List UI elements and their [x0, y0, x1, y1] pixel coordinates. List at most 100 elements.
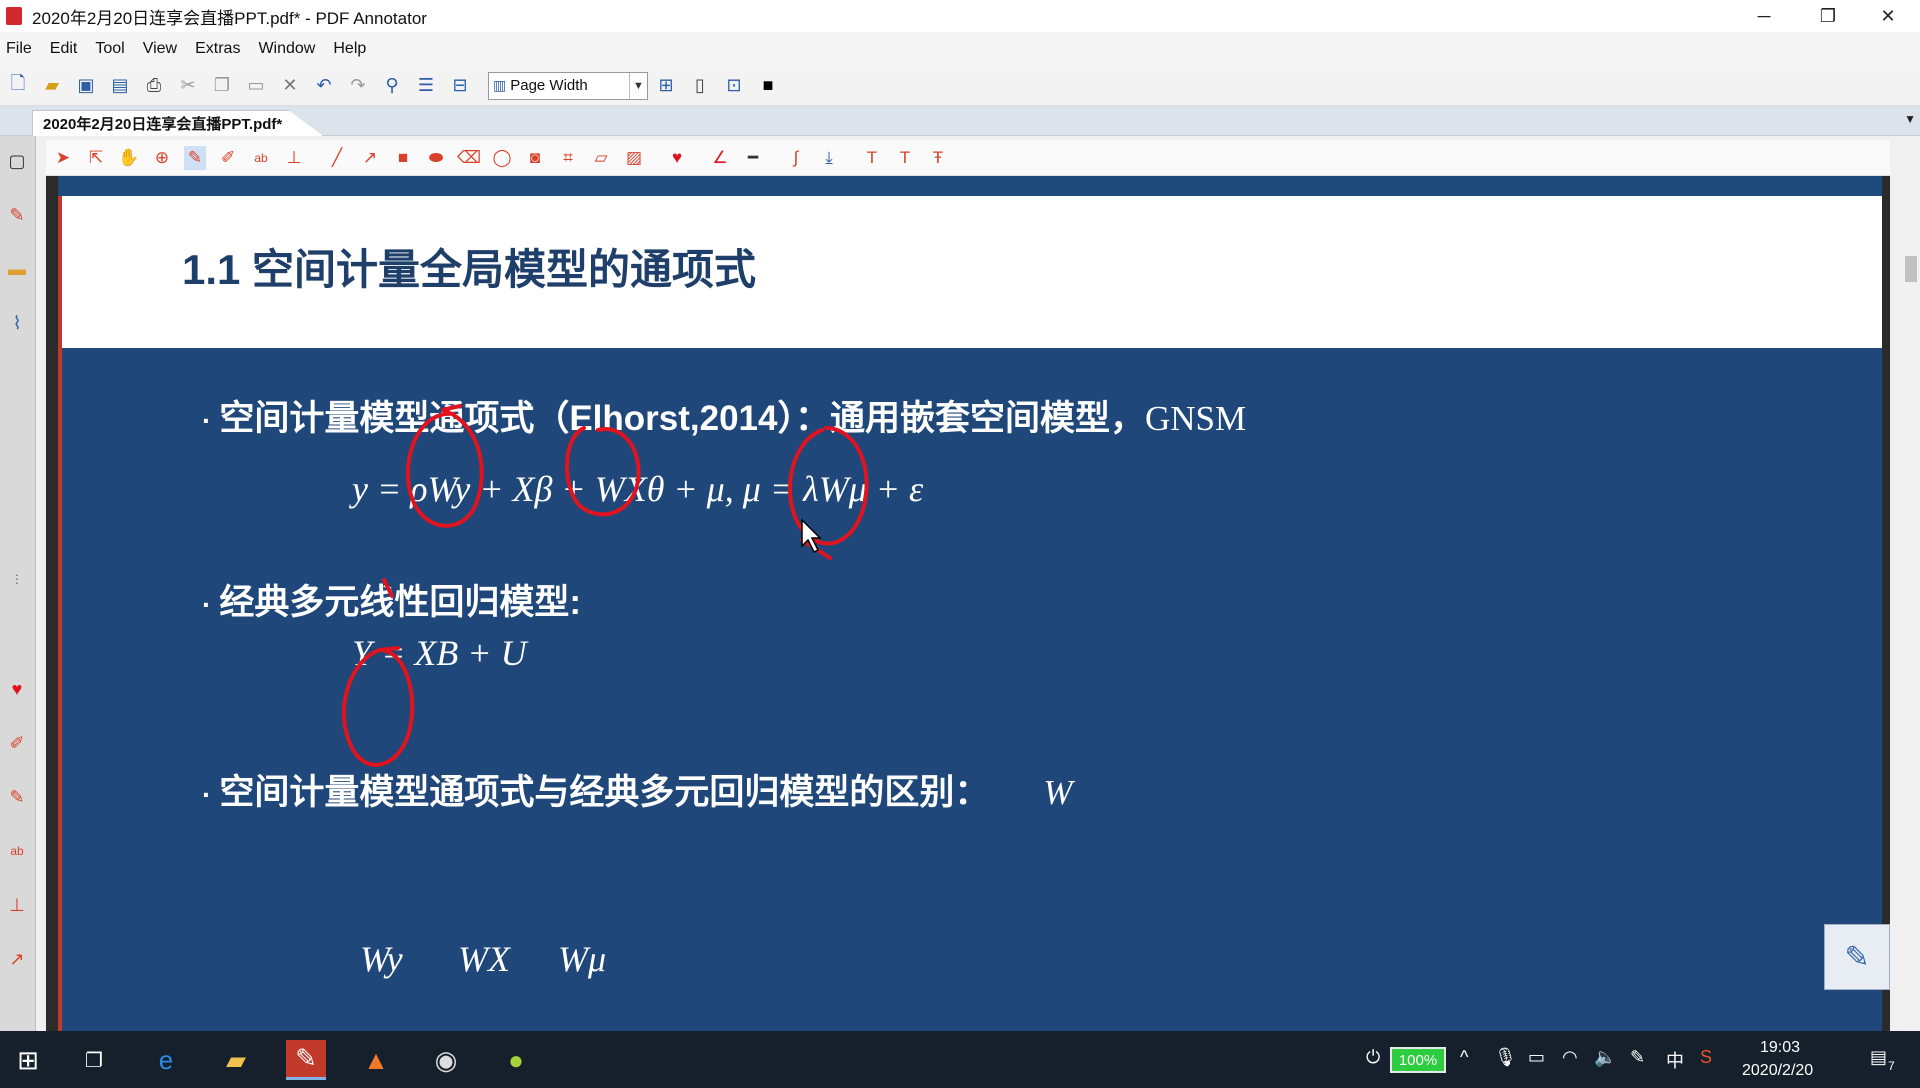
menu-extras[interactable]: Extras — [195, 40, 240, 58]
marker-icon[interactable]: ✎ — [4, 784, 30, 810]
restore-button[interactable]: ❐ — [1796, 0, 1860, 32]
delete-icon[interactable]: ✕ — [278, 74, 302, 98]
edge-browser-icon[interactable]: e — [146, 1040, 186, 1080]
left-sidebar: ▢ ✎ ▬ ⌇ ⋮ ♥ ✐ ✎ ab ⊥ ↗ — [0, 136, 36, 1031]
browser-globe-icon[interactable]: ● — [496, 1040, 536, 1080]
chevron-up-icon[interactable]: ^ — [1460, 1047, 1468, 1068]
chevron-down-icon[interactable]: ▼ — [629, 72, 647, 99]
undo-icon[interactable]: ↶ — [312, 74, 336, 98]
zoom-in-icon[interactable]: ⊞ — [654, 74, 678, 98]
menu-help[interactable]: Help — [333, 40, 366, 58]
camera-snapshot-icon[interactable]: ◙ — [524, 146, 546, 170]
ink-circle-wx[interactable] — [565, 426, 641, 517]
notification-center-icon[interactable]: ▤ — [1870, 1047, 1887, 1068]
ink-annotations[interactable] — [62, 348, 1882, 1031]
tab-list-chevron-icon[interactable]: ▼ — [1904, 112, 1916, 126]
pen-active-icon[interactable]: ✎ — [184, 145, 206, 170]
attachment-icon[interactable]: ⌇ — [4, 310, 30, 336]
start-windows-icon[interactable]: ⊞ — [8, 1040, 48, 1080]
document-view[interactable]: 1.1 空间计量全局模型的通项式 · 空间计量模型通项式（Elhorst,2014… — [46, 176, 1890, 1031]
text-strikeout-icon[interactable]: Ŧ — [927, 146, 949, 170]
line-icon[interactable]: ╱ — [326, 146, 348, 170]
fit-width-view-icon[interactable]: ⊡ — [722, 74, 746, 98]
wifi-icon[interactable]: ◠ — [1562, 1047, 1578, 1068]
menu-file[interactable]: File — [6, 40, 32, 58]
arrow-tool-icon[interactable]: ↗ — [4, 946, 30, 972]
eraser-icon[interactable]: ⌫ — [457, 146, 481, 170]
page-options-icon[interactable]: ☰ — [414, 74, 438, 98]
find-binoculars-icon[interactable]: ⚲ — [380, 74, 404, 98]
pdf-annotator-taskbar-icon[interactable]: ✎ — [286, 1040, 326, 1080]
notes-icon[interactable]: ▬ — [4, 256, 30, 282]
resize-grip-icon[interactable]: ⋮ — [4, 566, 30, 592]
save-icon[interactable]: ▣ — [74, 74, 98, 98]
zoom-out-icon[interactable]: ⊟ — [448, 74, 472, 98]
ruler-icon[interactable]: ▱ — [590, 146, 612, 170]
rectangle-icon[interactable]: ■ — [392, 146, 414, 170]
fullscreen-icon[interactable]: ■ — [756, 74, 780, 98]
file-explorer-icon[interactable]: ▰ — [216, 1040, 256, 1080]
stamp-tool-icon[interactable]: ⊥ — [283, 146, 305, 170]
vertical-scrollbar[interactable] — [1902, 176, 1920, 1031]
ink-circle-y[interactable] — [342, 646, 415, 767]
insert-image-icon[interactable]: ▨ — [623, 146, 645, 170]
scrollbar-thumb[interactable] — [1905, 256, 1917, 282]
battery-tray-icon[interactable]: ▭ — [1528, 1047, 1545, 1068]
select-text-icon[interactable]: ⇱ — [85, 146, 107, 170]
text-box-icon[interactable]: ab — [4, 838, 30, 864]
menu-edit[interactable]: Edit — [50, 40, 78, 58]
redo-icon[interactable]: ↷ — [346, 74, 370, 98]
highlighter-pen-icon[interactable]: ✐ — [217, 146, 239, 170]
ink-circle-wy[interactable] — [405, 404, 484, 528]
print-icon[interactable]: ⎙ — [142, 74, 166, 98]
save-all-icon[interactable]: ▤ — [108, 74, 132, 98]
favorite-tools-heart-icon[interactable]: ♥ — [666, 146, 688, 170]
battery-indicator[interactable]: 100% — [1390, 1047, 1446, 1073]
insert-space-icon[interactable]: ⤓ — [818, 146, 840, 170]
menu-window[interactable]: Window — [258, 40, 315, 58]
pen-workspace-icon[interactable]: ✎ — [1630, 1047, 1645, 1068]
obs-icon[interactable]: ◉ — [426, 1040, 466, 1080]
cut-icon[interactable]: ✂ — [176, 74, 200, 98]
page-thumbnails-icon[interactable]: ▢ — [4, 148, 30, 174]
microphone-icon[interactable]: 🎙 — [1494, 1047, 1517, 1068]
power-plug-icon[interactable]: ⏻ — [1366, 1047, 1380, 1068]
text-underline-icon[interactable]: T — [861, 146, 883, 170]
ink-stroke-mark[interactable] — [382, 578, 394, 598]
single-page-view-icon[interactable]: ▯ — [688, 74, 712, 98]
matlab-icon[interactable]: ▲ — [356, 1040, 396, 1080]
pen-tool-icon[interactable]: ✎ — [4, 202, 30, 228]
hand-pan-icon[interactable]: ✋ — [118, 146, 140, 170]
pen-color-icon[interactable]: ∠ — [709, 146, 731, 170]
line-width-icon[interactable]: ━ — [742, 146, 764, 170]
ime-indicator[interactable]: 中 — [1666, 1047, 1684, 1073]
lasso-icon[interactable]: ◯ — [491, 146, 513, 170]
menu-tool[interactable]: Tool — [95, 40, 124, 58]
curve-icon[interactable]: ∫ — [785, 146, 807, 170]
select-arrow-icon[interactable]: ➤ — [52, 146, 74, 170]
magnifier-icon[interactable]: ⊕ — [151, 146, 173, 170]
volume-icon[interactable]: 🔈 — [1594, 1047, 1616, 1068]
crop-icon[interactable]: ⌗ — [557, 146, 579, 170]
highlighter-icon[interactable]: ✐ — [4, 730, 30, 756]
ellipse-icon[interactable]: ⬬ — [425, 146, 447, 170]
close-button[interactable]: ✕ — [1856, 0, 1920, 32]
new-file-icon[interactable]: 🗋 — [6, 73, 30, 98]
clock-time[interactable]: 19:03 — [1760, 1039, 1800, 1057]
copy-icon[interactable]: ❐ — [210, 74, 234, 98]
favorites-heart-icon[interactable]: ♥ — [4, 676, 30, 702]
text-squiggly-icon[interactable]: T — [894, 146, 916, 170]
minimize-button[interactable]: ─ — [1732, 0, 1796, 32]
menu-view[interactable]: View — [143, 40, 177, 58]
clock-date[interactable]: 2020/2/20 — [1742, 1062, 1813, 1080]
stamp-icon[interactable]: ⊥ — [4, 892, 30, 918]
task-view-icon[interactable]: ❐ — [74, 1040, 114, 1080]
sogou-input-icon[interactable]: S — [1700, 1047, 1712, 1068]
open-folder-icon[interactable]: ▰ — [40, 74, 64, 98]
insert-text-icon[interactable]: ab — [250, 146, 272, 170]
zoom-select[interactable]: ▥ Page Width ▼ — [488, 71, 648, 100]
paste-icon[interactable]: ▭ — [244, 74, 268, 98]
tab-document[interactable]: 2020年2月20日连享会直播PPT.pdf* — [32, 110, 324, 136]
arrow-line-icon[interactable]: ↗ — [359, 146, 381, 170]
floating-pen-button[interactable]: ✎ — [1824, 924, 1890, 990]
